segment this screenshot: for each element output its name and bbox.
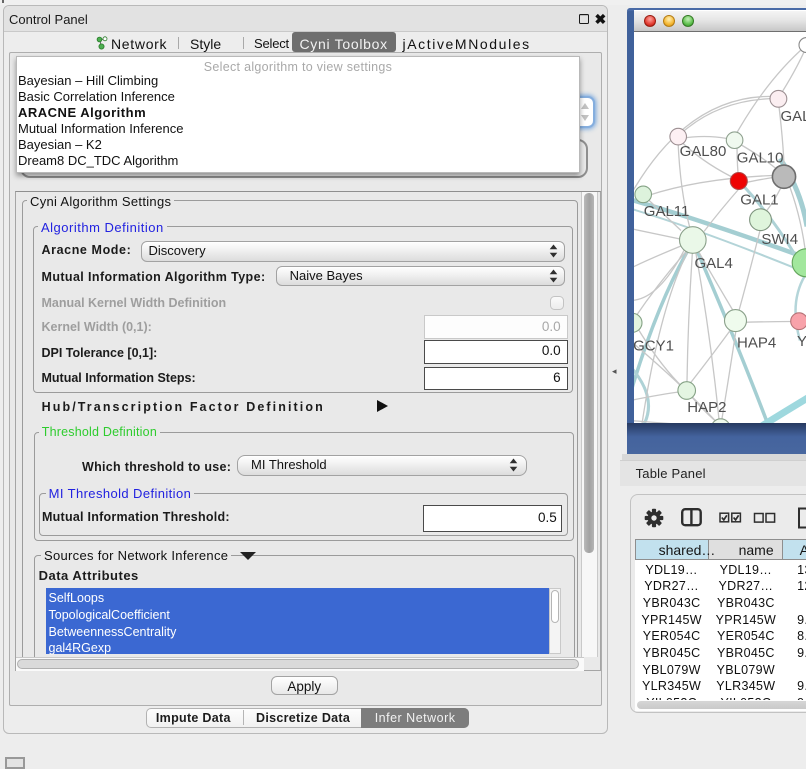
svg-text:HAP4: HAP4: [737, 334, 776, 351]
svg-text:GAL4: GAL4: [695, 255, 733, 272]
svg-text:GAL10: GAL10: [737, 149, 784, 166]
svg-text:YJ: YJ: [797, 333, 806, 350]
svg-text:SWI4: SWI4: [761, 231, 798, 248]
svg-text:GAL2: GAL2: [781, 108, 806, 125]
svg-text:GAL1: GAL1: [740, 191, 778, 208]
svg-text:HAP2: HAP2: [687, 399, 726, 416]
svg-text:GAL80: GAL80: [680, 142, 727, 159]
svg-text:GAL11: GAL11: [644, 202, 690, 219]
svg-text:GCY1: GCY1: [634, 337, 674, 354]
